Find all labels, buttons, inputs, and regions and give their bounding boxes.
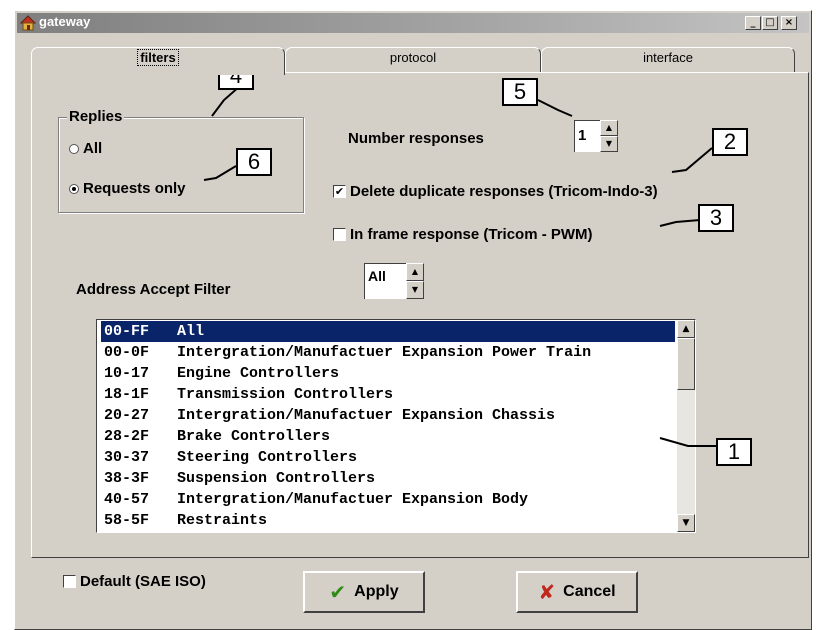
list-item-code: 30-37 (104, 449, 150, 466)
list-item-name: Engine Controllers (177, 365, 340, 382)
gateway-window: gateway _ □ × filters protocol interface… (14, 10, 812, 630)
close-button[interactable]: × (781, 16, 797, 30)
tab-protocol[interactable]: protocol (285, 47, 541, 73)
list-item[interactable]: 58-5F Restraints (101, 510, 675, 531)
radio-all[interactable]: All (69, 140, 102, 157)
list-item-name: Restraints (177, 512, 268, 529)
callout-6: 6 (236, 148, 272, 176)
apply-button[interactable]: ✔ Apply (303, 571, 425, 613)
list-item-code: 28-2F (104, 428, 150, 445)
radio-requests-only-indicator[interactable] (69, 183, 79, 194)
delete-duplicates-label: Delete duplicate responses (Tricom-Indo-… (350, 183, 658, 200)
list-item-code: 58-5F (104, 512, 150, 529)
default-sae-iso-label: Default (SAE ISO) (80, 573, 206, 590)
address-listbox[interactable]: 00-FF All 00-0F Intergration/Manufactuer Ex… (96, 319, 696, 533)
maximize-button[interactable]: □ (762, 16, 778, 30)
apply-button-label: Apply (354, 583, 399, 600)
in-frame-response-label: In frame response (Tricom - PWM) (350, 226, 593, 243)
list-item-code: 00-0F (104, 344, 150, 361)
tab-interface-label: interface (643, 50, 693, 65)
filters-panel: Replies All Requests only Number respons… (31, 72, 809, 558)
scroll-down-icon[interactable]: ▼ (677, 514, 695, 532)
list-item[interactable]: 28-2F Brake Controllers (101, 426, 675, 447)
list-item-name: Intergration/Manufactuer Expansion Chass… (177, 407, 556, 424)
default-sae-iso-box[interactable] (63, 575, 76, 588)
callout-2: 2 (712, 128, 748, 156)
tab-interface[interactable]: interface (541, 47, 795, 73)
tab-filters-label: filters (137, 49, 179, 66)
callout-1: 1 (716, 438, 752, 466)
window-title: gateway (39, 14, 91, 29)
spin-down-icon[interactable]: ▼ (600, 136, 618, 152)
in-frame-response-checkbox[interactable]: In frame response (Tricom - PWM) (333, 226, 593, 243)
list-item[interactable]: 30-37 Steering Controllers (101, 447, 675, 468)
listbox-scrollbar[interactable]: ▲ ▼ (677, 320, 695, 532)
minimize-button[interactable]: _ (745, 16, 761, 30)
list-item-code: 00-FF (104, 323, 150, 340)
house-icon (19, 15, 37, 31)
list-item-name: Intergration/Manufactuer Expansion Power… (177, 344, 592, 361)
list-item-name: All (177, 323, 205, 340)
list-item-code: 18-1F (104, 386, 150, 403)
cancel-button[interactable]: ✘ Cancel (516, 571, 638, 613)
list-item-code: 20-27 (104, 407, 150, 424)
radio-requests-only[interactable]: Requests only (69, 180, 186, 197)
scroll-up-icon[interactable]: ▲ (677, 320, 695, 338)
number-responses-spinner[interactable]: 1 ▲ ▼ (574, 120, 618, 152)
checkmark-icon: ✔ (329, 580, 347, 604)
tab-filters[interactable]: filters (31, 47, 285, 75)
x-icon: ✘ (538, 580, 556, 604)
list-item-name: Steering Controllers (177, 449, 358, 466)
radio-requests-only-label: Requests only (83, 180, 186, 197)
number-responses-value[interactable]: 1 (574, 120, 600, 152)
list-item[interactable]: 20-27 Intergration/Manufactuer Expansion … (101, 405, 675, 426)
address-filter-value[interactable]: All (364, 263, 406, 299)
list-item[interactable]: 10-17 Engine Controllers (101, 363, 675, 384)
list-item-code: 38-3F (104, 470, 150, 487)
address-filter-label: Address Accept Filter (76, 281, 231, 298)
list-item-code: 40-57 (104, 491, 150, 508)
radio-all-label: All (83, 140, 103, 157)
address-spin-up-icon[interactable]: ▲ (406, 263, 424, 281)
delete-duplicates-check-icon[interactable]: ✔ (333, 185, 346, 198)
list-item[interactable]: 00-0F Intergration/Manufactuer Expansion … (101, 342, 675, 363)
list-item-name: Suspension Controllers (177, 470, 376, 487)
cancel-button-label: Cancel (563, 583, 616, 600)
list-item[interactable]: 38-3F Suspension Controllers (101, 468, 675, 489)
list-item-code: 10-17 (104, 365, 150, 382)
list-item[interactable]: 00-FF All (101, 321, 675, 342)
list-item[interactable]: 18-1F Transmission Controllers (101, 384, 675, 405)
list-item[interactable]: 40-57 Intergration/Manufactuer Expansion … (101, 489, 675, 510)
default-sae-iso-checkbox[interactable]: Default (SAE ISO) (63, 573, 206, 590)
callout-5: 5 (502, 78, 538, 106)
scroll-thumb[interactable] (677, 338, 695, 390)
number-responses-label: Number responses (348, 130, 484, 147)
title-bar[interactable]: gateway _ □ × (17, 13, 809, 33)
tab-strip: filters protocol interface (31, 47, 795, 75)
radio-all-indicator[interactable] (69, 143, 79, 154)
replies-group-title: Replies (67, 108, 125, 125)
spin-up-icon[interactable]: ▲ (600, 120, 618, 136)
tab-protocol-label: protocol (389, 50, 437, 65)
list-item-name: Brake Controllers (177, 428, 331, 445)
callout-3: 3 (698, 204, 734, 232)
address-filter-spinner[interactable]: All ▲ ▼ (364, 263, 424, 299)
in-frame-response-box[interactable] (333, 228, 346, 241)
delete-duplicates-checkbox[interactable]: ✔ Delete duplicate responses (Tricom-Ind… (333, 183, 658, 200)
address-list: 00-FF All 00-0F Intergration/Manufactuer Ex… (101, 321, 675, 531)
list-item-name: Transmission Controllers (177, 386, 394, 403)
list-item-name: Intergration/Manufactuer Expansion Body (177, 491, 529, 508)
address-spin-down-icon[interactable]: ▼ (406, 281, 424, 299)
